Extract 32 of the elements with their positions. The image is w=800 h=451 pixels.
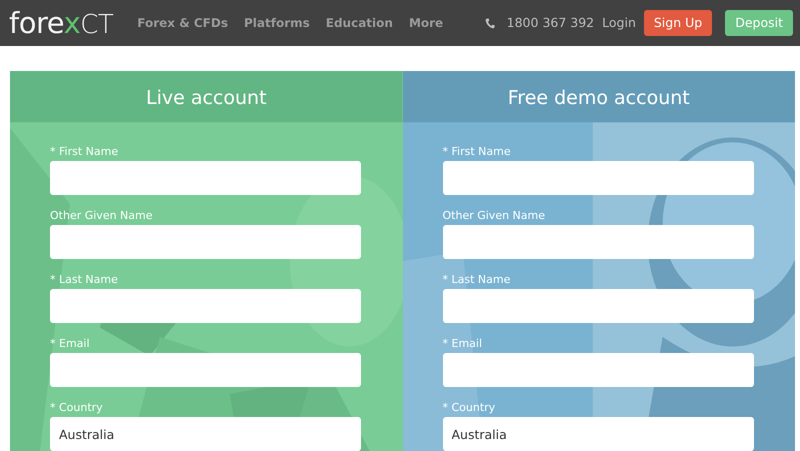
nav-link-item[interactable]: Forex & CFDs [137, 14, 228, 32]
field-label: * Last Name [50, 273, 119, 286]
input-field[interactable] [442, 161, 754, 195]
logo[interactable]: forexCT [9, 8, 114, 38]
field-label: * First Name [50, 145, 120, 158]
input-field[interactable] [442, 225, 754, 259]
input-field[interactable] [50, 289, 361, 323]
field-label: * Last Name [442, 273, 512, 286]
panel-title: Free demo account [508, 86, 690, 110]
sign-up-button[interactable]: Sign Up [644, 10, 712, 36]
panel-title: Live account [146, 86, 267, 110]
field-label: Other Given Name [50, 209, 154, 222]
input-field[interactable] [50, 161, 361, 195]
field-label: * Country [442, 401, 496, 414]
input-field[interactable] [50, 225, 361, 259]
deposit-button[interactable]: Deposit [725, 10, 793, 36]
input-field[interactable] [442, 353, 754, 387]
field-label: * First Name [442, 145, 512, 158]
phone-icon [484, 18, 495, 28]
input-field[interactable] [442, 289, 754, 323]
nav-link-item[interactable]: Platforms [244, 14, 310, 32]
input-field[interactable]: Australia [442, 417, 754, 451]
input-field[interactable] [50, 353, 361, 387]
field-label: * Email [442, 337, 484, 350]
nav-link-item[interactable]: More [408, 14, 444, 32]
nav-link-item[interactable]: Education [326, 14, 393, 32]
input-field[interactable]: Australia [50, 417, 361, 451]
field-label: * Country [50, 401, 104, 414]
login-link[interactable]: Login [602, 14, 636, 32]
phone-number: 1800 367 392 [506, 14, 594, 32]
field-label: * Email [50, 337, 91, 350]
field-label: Other Given Name [442, 209, 546, 222]
